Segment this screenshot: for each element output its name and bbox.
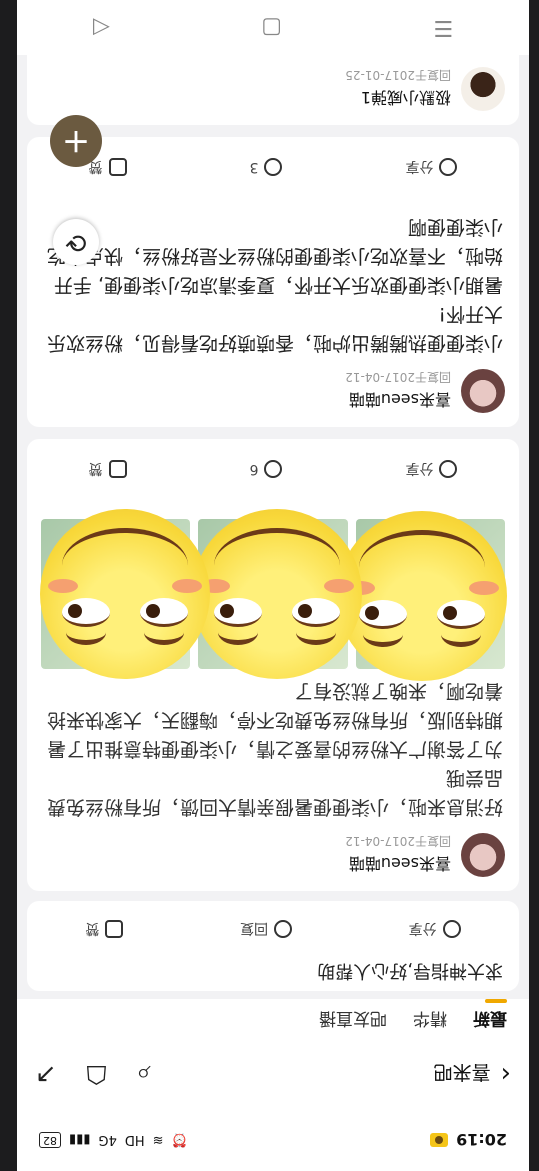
home-icon[interactable]: ▢	[261, 15, 282, 40]
post-date: 回复于2017-04-12	[345, 834, 451, 848]
header-actions: ⌕ ☖ ↗	[35, 1059, 151, 1090]
post-actions: 分享 6 赞	[27, 459, 519, 479]
thumbs-up-icon	[108, 158, 127, 176]
avatar[interactable]	[461, 833, 505, 877]
back-button[interactable]: ‹ 喜来吧	[433, 1059, 511, 1089]
thumbs-up-icon	[105, 920, 124, 938]
network-label: 4G	[98, 1132, 117, 1148]
signal-icon: ▮▮▮	[69, 1132, 91, 1148]
thumbs-up-icon	[108, 460, 127, 478]
tab-bar: 最新 精华 吧友直播	[17, 999, 529, 1039]
comment-icon	[264, 158, 283, 176]
post-date: 回复于2017-01-25	[345, 68, 451, 82]
refresh-icon[interactable]: ⟳	[53, 219, 99, 265]
share-label: 分享	[408, 920, 437, 936]
like-action[interactable]: 赞	[89, 459, 127, 479]
status-bar: 20:19 ⏰ ≋ HD 4G ▮▮▮ 82	[17, 1109, 529, 1171]
forum-header: ‹ 喜来吧 ⌕ ☖ ↗	[17, 1039, 529, 1109]
new-post-button[interactable]: +	[50, 115, 102, 167]
alarm-icon: ⏰	[171, 1132, 188, 1148]
reply-action[interactable]: 6	[250, 459, 283, 479]
author-name: 喜来seeu喵喵	[348, 854, 451, 873]
status-left: 20:19	[430, 1131, 507, 1150]
forum-title: 喜来吧	[433, 1061, 491, 1084]
post-image[interactable]	[337, 511, 507, 681]
share-icon	[442, 920, 461, 938]
chevron-left-icon: ‹	[500, 1059, 511, 1089]
phone-screen: 20:19 ⏰ ≋ HD 4G ▮▮▮ 82 ‹ 喜来吧 ⌕ ☖ ↗ 最新 精华…	[17, 0, 529, 1171]
share-label: 分享	[405, 460, 434, 476]
post-actions: 分享 3 赞	[27, 157, 519, 177]
post-card[interactable]: 喜来seeu喵喵 回复于2017-04-12 小柒便便热腾腾出炉啦，香喷喷好吃看…	[27, 137, 519, 427]
system-nav-bar: ☰ ▢ ◁	[17, 0, 529, 55]
share-icon	[439, 460, 458, 478]
post-actions: 分享 回复 赞	[27, 919, 519, 939]
post-image[interactable]	[191, 509, 362, 679]
post-body: 小柒便便热腾腾出炉啦，香喷喷好吃看得见，粉丝欢乐大开怀! 暑期小柒便便欢乐大开怀…	[46, 216, 503, 354]
share-action[interactable]: 分享	[406, 157, 458, 177]
post-date: 回复于2017-04-12	[345, 370, 451, 384]
reply-count: 3	[249, 159, 259, 175]
author-name: 极默小威弹1	[360, 88, 451, 107]
emoji-sticker	[191, 509, 362, 679]
share-icon	[439, 158, 458, 176]
post-author[interactable]: 极默小威弹1 回复于2017-01-25	[345, 67, 505, 111]
back-triangle-icon[interactable]: ◁	[93, 15, 110, 40]
comment-icon	[274, 920, 293, 938]
tab-featured[interactable]: 精华	[413, 1008, 447, 1039]
wifi-icon: ≋	[152, 1132, 164, 1148]
bag-icon[interactable]: ☖	[85, 1059, 108, 1090]
eye-app-icon	[430, 1133, 449, 1147]
post-image[interactable]	[40, 509, 211, 679]
status-right: ⏰ ≋ HD 4G ▮▮▮ 82	[39, 1132, 188, 1148]
clock: 20:19	[456, 1130, 507, 1150]
search-icon[interactable]: ⌕	[136, 1059, 151, 1090]
reply-label: 回复	[240, 920, 269, 936]
post-author[interactable]: 喜来seeu喵喵 回复于2017-04-12	[345, 833, 505, 877]
battery-indicator: 82	[39, 1132, 61, 1148]
share-action[interactable]: 分享	[406, 459, 458, 479]
rotated-screen: 20:19 ⏰ ≋ HD 4G ▮▮▮ 82 ‹ 喜来吧 ⌕ ☖ ↗ 最新 精华…	[0, 0, 539, 1171]
post-card[interactable]: 喜来seeu喵喵 回复于2017-04-12 好消息来啦，小柒便便暑假亲情大回馈…	[27, 439, 519, 891]
emoji-sticker	[337, 511, 507, 681]
comment-icon	[264, 460, 283, 478]
menu-icon[interactable]: ☰	[434, 15, 454, 40]
share-icon[interactable]: ↗	[35, 1059, 57, 1090]
post-title: 求大神指导,好心人帮助	[317, 960, 503, 981]
post-images	[40, 509, 507, 681]
avatar[interactable]	[461, 369, 505, 413]
emoji-sticker	[40, 509, 211, 679]
share-action[interactable]: 分享	[409, 919, 461, 939]
reply-action[interactable]: 回复	[240, 919, 293, 939]
post-body: 好消息来啦，小柒便便暑假亲情大回馈，所有粉丝免费品尝哦 为了答谢广大粉丝的喜爱之…	[46, 680, 503, 818]
post-card[interactable]: 求大神指导,好心人帮助 分享 回复 赞	[27, 901, 519, 991]
like-action[interactable]: 赞	[89, 157, 127, 177]
reply-count: 6	[249, 461, 259, 477]
share-label: 分享	[405, 158, 434, 174]
post-author[interactable]: 喜来seeu喵喵 回复于2017-04-12	[345, 369, 505, 413]
like-action[interactable]: 赞	[85, 919, 124, 939]
tab-latest[interactable]: 最新	[473, 1008, 507, 1039]
avatar[interactable]	[461, 67, 505, 111]
like-label: 赞	[85, 920, 100, 936]
hd-label: HD	[124, 1132, 145, 1148]
tab-live[interactable]: 吧友直播	[319, 1008, 387, 1039]
like-label: 赞	[88, 460, 103, 476]
reply-action[interactable]: 3	[250, 157, 283, 177]
author-name: 喜来seeu喵喵	[348, 390, 451, 409]
